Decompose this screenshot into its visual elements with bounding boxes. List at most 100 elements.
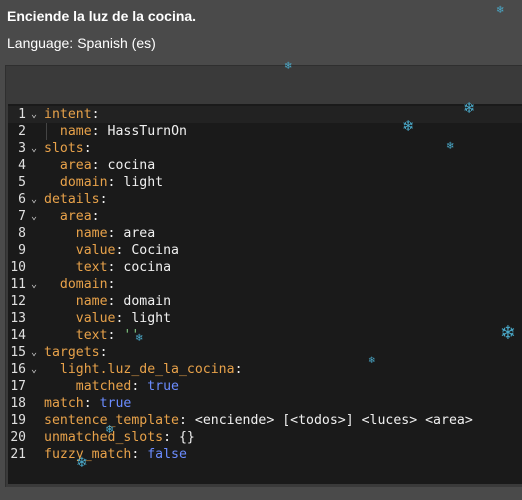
- fold-chevron-icon[interactable]: ⌄: [29, 140, 39, 157]
- code-text: name: domain: [75, 294, 172, 309]
- code-line[interactable]: 17 matched: true: [8, 378, 522, 395]
- snowflake-icon: ❄: [368, 356, 376, 366]
- yaml-key: name: [59, 124, 92, 139]
- code-text: slots:: [44, 141, 92, 156]
- line-number: 12: [10, 294, 26, 309]
- code-text: area: cocina: [59, 158, 156, 173]
- code-line[interactable]: 18 match: true: [8, 395, 522, 412]
- yaml-value: light: [123, 175, 164, 190]
- code-line[interactable]: 5 domain: light: [8, 174, 522, 191]
- yaml-value: <enciende> [<todos>] <luces> <area>: [194, 413, 473, 428]
- yaml-value: false: [147, 447, 187, 462]
- snowflake-icon: ❄: [500, 322, 516, 344]
- fold-chevron-icon[interactable]: ⌄: [29, 344, 39, 361]
- line-number: 7: [18, 209, 26, 224]
- yaml-code-editor[interactable]: 1 ⌄ intent: 2 name: HassTurnOn 3 ⌄ slots: 4 are…: [8, 104, 522, 484]
- snowflake-icon: ❄: [76, 455, 88, 471]
- yaml-key: name: [75, 226, 108, 241]
- fold-chevron-icon[interactable]: ⌄: [29, 276, 39, 293]
- code-text: text: '': [75, 328, 140, 343]
- code-text: name: area: [75, 226, 156, 241]
- line-number: 17: [10, 379, 26, 394]
- line-number: 2: [18, 124, 26, 139]
- yaml-value: domain: [123, 294, 172, 309]
- snowflake-icon: ❄: [135, 333, 144, 344]
- line-number: 3: [18, 141, 26, 156]
- line-number: 21: [10, 447, 26, 462]
- line-number: 9: [18, 243, 26, 258]
- yaml-key: details: [44, 192, 100, 207]
- line-number: 15: [10, 345, 26, 360]
- line-number: 20: [10, 430, 26, 445]
- line-number: 4: [18, 158, 26, 173]
- yaml-key: name: [75, 294, 108, 309]
- code-text: match: true: [44, 396, 132, 411]
- yaml-key: light.luz_de_la_cocina: [59, 362, 235, 377]
- line-number: 6: [18, 192, 26, 207]
- yaml-key: text: [75, 260, 108, 275]
- code-line[interactable]: 6 ⌄ details:: [8, 191, 522, 208]
- code-line[interactable]: 7 ⌄ area:: [8, 208, 522, 225]
- code-text: fuzzy_match: false: [44, 447, 187, 462]
- yaml-value: cocina: [107, 158, 156, 173]
- fold-chevron-icon[interactable]: ⌄: [29, 361, 39, 378]
- snowflake-icon: ❄: [402, 117, 415, 135]
- code-line[interactable]: 15 ⌄ targets:: [8, 344, 522, 361]
- fold-chevron-icon[interactable]: ⌄: [29, 208, 39, 225]
- code-line[interactable]: 10 text: cocina: [8, 259, 522, 276]
- yaml-value: area: [123, 226, 156, 241]
- fold-chevron-icon[interactable]: ⌄: [29, 106, 39, 123]
- language-label: Language:: [7, 35, 74, 51]
- code-text: value: light: [75, 311, 172, 326]
- code-line[interactable]: 11 ⌄ domain:: [8, 276, 522, 293]
- code-line[interactable]: 9 value: Cocina: [8, 242, 522, 259]
- code-text: domain: light: [59, 175, 164, 190]
- yaml-value: HassTurnOn: [107, 124, 187, 139]
- yaml-key: value: [75, 243, 116, 258]
- yaml-value: {}: [178, 430, 195, 445]
- line-number: 18: [10, 396, 26, 411]
- code-line[interactable]: 2 name: HassTurnOn: [8, 123, 522, 140]
- line-number: 8: [18, 226, 26, 241]
- line-number: 5: [18, 175, 26, 190]
- snowflake-icon: ❄: [284, 61, 293, 72]
- yaml-key: area: [59, 209, 92, 224]
- code-line[interactable]: 13 value: light: [8, 310, 522, 327]
- code-line[interactable]: 12 name: domain: [8, 293, 522, 310]
- code-line[interactable]: 1 ⌄ intent:: [8, 106, 522, 123]
- line-number: 13: [10, 311, 26, 326]
- yaml-key: domain: [59, 175, 108, 190]
- code-line[interactable]: 14 text: '': [8, 327, 522, 344]
- line-number: 19: [10, 413, 26, 428]
- code-line[interactable]: 8 name: area: [8, 225, 522, 242]
- code-line[interactable]: 19 sentence_template: <enciende> [<todos>…: [8, 412, 522, 429]
- yaml-key: domain: [59, 277, 108, 292]
- code-line[interactable]: 3 ⌄ slots:: [8, 140, 522, 157]
- code-text: value: Cocina: [75, 243, 179, 258]
- code-text: domain:: [59, 277, 116, 292]
- code-line[interactable]: 4 area: cocina: [8, 157, 522, 174]
- yaml-value: true: [99, 396, 132, 411]
- yaml-key: matched: [75, 379, 132, 394]
- yaml-key: targets: [44, 345, 100, 360]
- code-line[interactable]: 20 unmatched_slots: {}: [8, 429, 522, 446]
- snowflake-icon: ❄: [463, 99, 476, 117]
- yaml-key: slots: [44, 141, 84, 156]
- snowflake-icon: ❄: [496, 5, 505, 16]
- code-text: intent:: [44, 107, 100, 122]
- code-line[interactable]: 16 ⌄ light.luz_de_la_cocina:: [8, 361, 522, 378]
- yaml-key: match: [44, 396, 84, 411]
- code-text: targets:: [44, 345, 108, 360]
- indent-guide: [46, 123, 47, 140]
- yaml-value: light: [131, 311, 172, 326]
- code-text: area:: [59, 209, 100, 224]
- yaml-key: value: [75, 311, 116, 326]
- yaml-value: true: [147, 379, 179, 394]
- line-number: 1: [18, 107, 26, 122]
- fold-chevron-icon[interactable]: ⌄: [29, 191, 39, 208]
- line-number: 16: [10, 362, 26, 377]
- line-number: 10: [10, 260, 26, 275]
- yaml-key: area: [59, 158, 92, 173]
- sentence-text: Enciende la luz de la cocina.: [7, 8, 197, 24]
- yaml-key: text: [75, 328, 108, 343]
